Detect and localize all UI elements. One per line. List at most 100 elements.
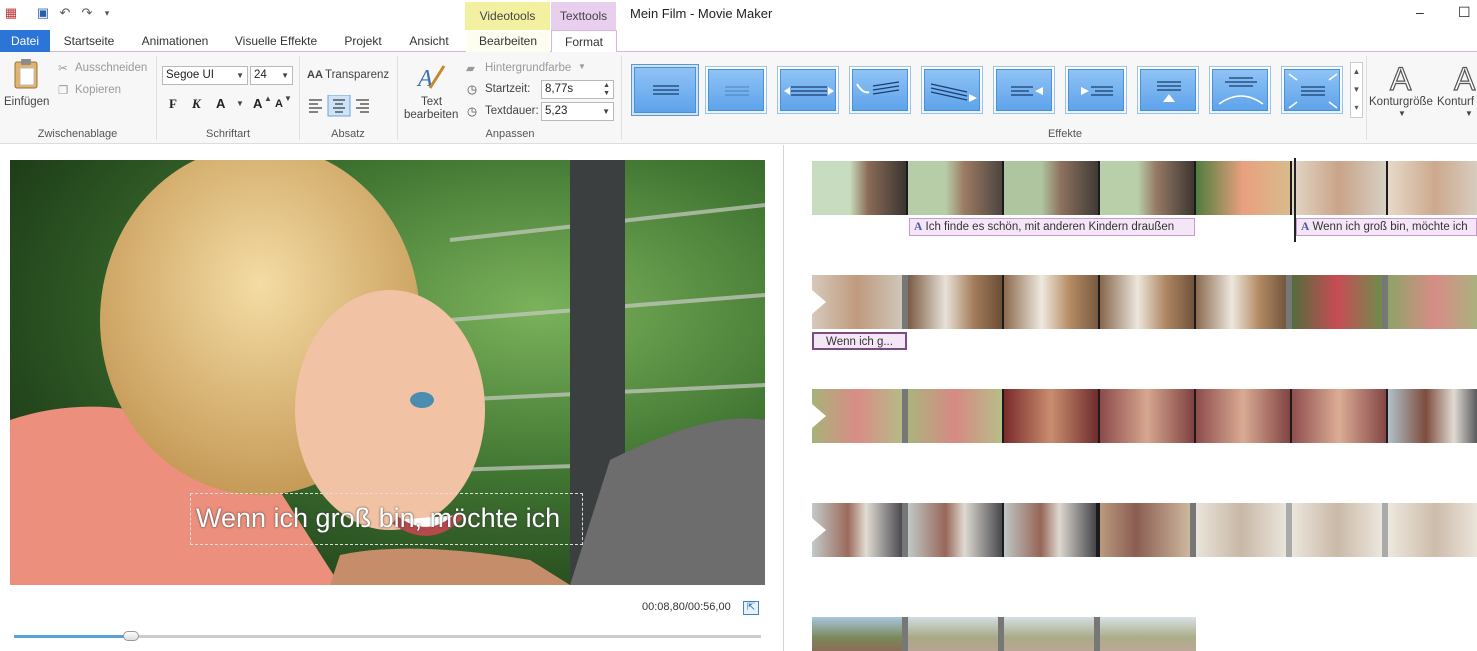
font-family-value: Segoe UI xyxy=(166,69,214,81)
font-family-select[interactable]: Segoe UI ▼ xyxy=(162,66,248,85)
thumbnail-frame xyxy=(1388,275,1477,329)
timeline-caption-2[interactable]: A Wenn ich groß bin, möchte ich xyxy=(1296,218,1477,236)
thumbnail-frame xyxy=(1100,503,1196,557)
outline-color-button[interactable]: Konturf xyxy=(1437,96,1474,108)
bold-button[interactable]: F xyxy=(169,96,177,112)
tab-startseite[interactable]: Startseite xyxy=(55,30,123,52)
effect-preview xyxy=(996,69,1052,111)
clip-strip-3[interactable] xyxy=(812,389,1477,443)
effect-scroll-right-icon xyxy=(1081,86,1113,96)
copy-button[interactable]: Kopieren xyxy=(75,84,121,96)
effect-preview xyxy=(852,69,908,111)
timeline-caption-3[interactable]: Wenn ich g... xyxy=(812,332,907,350)
thumbnail-frame xyxy=(1004,503,1100,557)
timecode: 00:08,80/00:56,00 xyxy=(642,601,731,613)
timeline-caption-1[interactable]: A Ich finde es schön, mit anderen Kinder… xyxy=(909,218,1195,236)
font-color-button[interactable]: A xyxy=(216,96,225,111)
app-icon: ▦ xyxy=(4,5,18,20)
start-time-input[interactable]: 8,77s ▲ ▼ xyxy=(541,80,614,99)
outline-color-icon: A xyxy=(1453,60,1476,94)
effect-scroll-up-icon xyxy=(1157,81,1181,102)
effect-zoom-out[interactable] xyxy=(777,66,839,114)
chevron-down-icon[interactable]: ▼ xyxy=(236,99,244,108)
thumbnail-frame xyxy=(1292,389,1388,443)
duration-select[interactable]: 5,23 ▼ xyxy=(541,102,614,121)
thumbnail-frame xyxy=(1004,275,1100,329)
preview-caption[interactable]: Wenn ich groß bin, möchte ich xyxy=(196,503,560,534)
chevron-down-icon: ▼ xyxy=(578,62,586,71)
thumbnail-frame xyxy=(1100,161,1196,215)
thumbnail-frame xyxy=(1004,617,1100,651)
tab-bearbeiten[interactable]: Bearbeiten xyxy=(466,30,550,52)
chevron-down-icon: ▼ xyxy=(236,71,244,80)
context-tab-texttools[interactable]: Texttools xyxy=(551,2,616,30)
shrink-font-button[interactable]: A xyxy=(275,98,283,110)
maximize-button[interactable]: ☐ xyxy=(1458,4,1471,21)
font-size-select[interactable]: 24 ▼ xyxy=(250,66,293,85)
effect-scroll-right[interactable] xyxy=(1065,66,1127,114)
thumbnail-frame xyxy=(1100,389,1196,443)
group-label-clipboard: Zwischenablage xyxy=(37,128,118,140)
effect-arrows-icon xyxy=(784,86,834,96)
title-bar: ▦ ▣ ↶ ↷ ▾ Videotools Texttools Mein Film… xyxy=(0,0,1477,30)
group-label-adjust: Anpassen xyxy=(485,128,535,140)
tab-datei[interactable]: Datei xyxy=(0,30,50,52)
italic-button[interactable]: K xyxy=(192,96,201,112)
thumbnail-frame xyxy=(812,503,908,557)
effect-scroll-left[interactable] xyxy=(993,66,1055,114)
font-size-value: 24 xyxy=(254,69,267,81)
chevron-down-icon: ▼ xyxy=(281,71,289,80)
thumbnail-frame xyxy=(1388,161,1477,215)
background-color-button[interactable]: Hintergrundfarbe xyxy=(485,62,571,74)
video-preview[interactable]: Wenn ich groß bin, möchte ich xyxy=(10,160,765,585)
edit-text-label-2[interactable]: bearbeiten xyxy=(404,109,458,121)
tab-projekt[interactable]: Projekt xyxy=(335,30,391,52)
tab-format[interactable]: Format xyxy=(551,30,617,53)
effect-expand[interactable] xyxy=(1281,66,1343,114)
effect-curve-icon xyxy=(1218,77,1264,105)
grow-font-button[interactable]: A xyxy=(253,96,262,111)
paste-button[interactable]: Einfügen xyxy=(4,96,49,108)
effect-slide-icon xyxy=(930,83,977,102)
cut-button[interactable]: Ausschneiden xyxy=(75,62,147,74)
effect-slide[interactable] xyxy=(921,66,983,114)
effect-preview xyxy=(708,69,764,111)
context-tab-videotools[interactable]: Videotools xyxy=(465,2,550,30)
seek-thumb[interactable] xyxy=(123,631,139,641)
qat-customize-icon[interactable]: ▾ xyxy=(100,6,114,20)
outline-size-button[interactable]: Konturgröße xyxy=(1369,96,1433,108)
clip-strip-2[interactable] xyxy=(812,275,1477,329)
tab-visuelle-effekte[interactable]: Visuelle Effekte xyxy=(228,30,324,52)
effect-fade[interactable] xyxy=(705,66,767,114)
split-icon[interactable]: ⇱ xyxy=(743,601,759,615)
seek-bar-fill xyxy=(14,635,131,638)
clip-strip-4[interactable] xyxy=(812,503,1477,557)
thumbnail-frame xyxy=(1196,389,1292,443)
undo-icon[interactable]: ↶ xyxy=(58,6,72,20)
spin-buttons[interactable]: ▲ ▼ xyxy=(603,82,610,98)
transparency-button[interactable]: Transparenz xyxy=(325,69,389,81)
save-icon[interactable]: ▣ xyxy=(36,6,50,20)
tab-animationen[interactable]: Animationen xyxy=(136,30,214,52)
caption-text: Wenn ich groß bin, möchte ich xyxy=(1312,221,1468,233)
clip-start-marker xyxy=(812,404,826,428)
effect-scroll-up[interactable] xyxy=(1137,66,1199,114)
minimize-button[interactable]: – xyxy=(1416,4,1424,20)
group-label-effects: Effekte xyxy=(1047,128,1083,140)
effect-preview xyxy=(1140,69,1196,111)
tab-ansicht[interactable]: Ansicht xyxy=(402,30,456,52)
background-color-icon: ▰ xyxy=(466,63,475,75)
effect-curve[interactable] xyxy=(1209,66,1271,114)
edit-text-label-1[interactable]: Text xyxy=(421,96,442,108)
clip-strip-5[interactable] xyxy=(812,617,1196,651)
clip-strip-1[interactable] xyxy=(812,161,1477,215)
gallery-scroll[interactable]: ▲ ▼ ▾ xyxy=(1350,62,1363,118)
redo-icon[interactable]: ↷ xyxy=(80,6,94,20)
effect-fly-in[interactable] xyxy=(849,66,911,114)
pane-splitter[interactable] xyxy=(783,145,784,651)
window-title: Mein Film - Movie Maker xyxy=(630,6,773,21)
effect-none[interactable] xyxy=(631,64,699,116)
thumbnail-frame xyxy=(812,389,908,443)
clip-start-marker xyxy=(812,518,826,542)
thumbnail-frame xyxy=(1388,503,1477,557)
